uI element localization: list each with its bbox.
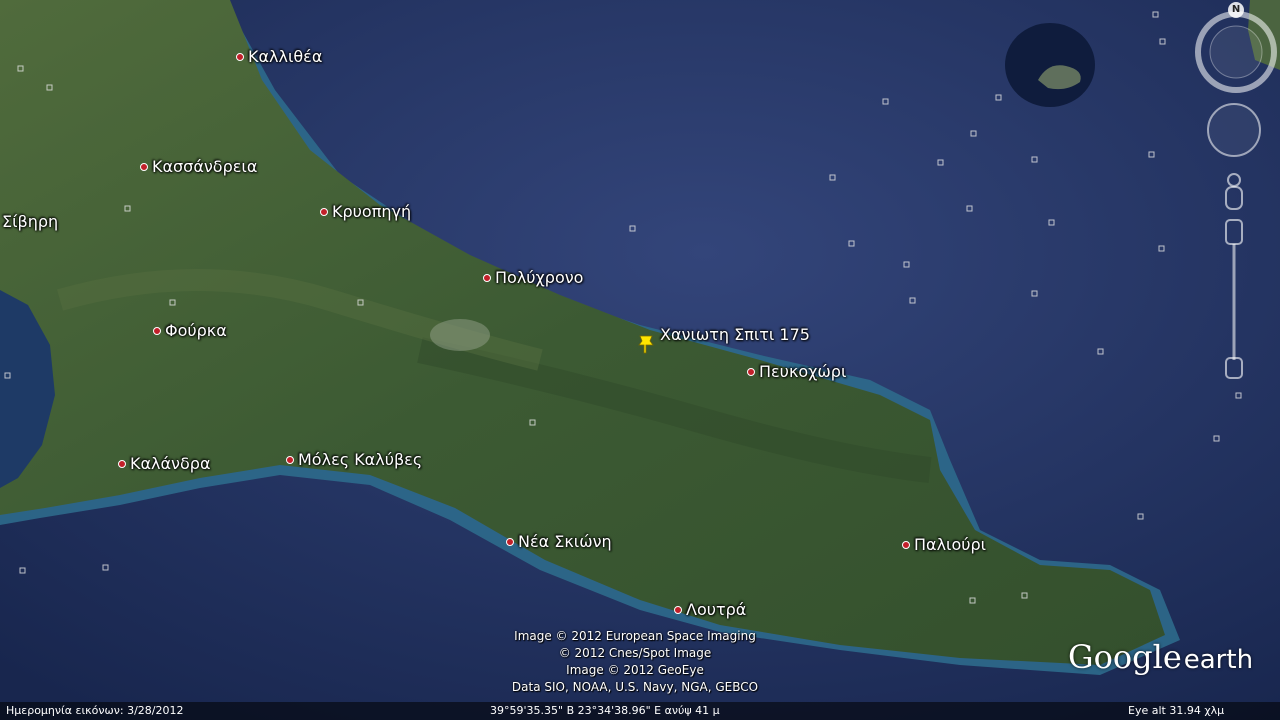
place-label: Κρυοπηγή [332, 202, 412, 221]
place-paliouri[interactable]: Παλιούρι [902, 535, 986, 554]
place-nea-skioni[interactable]: Νέα Σκιώνη [506, 532, 612, 551]
place-label: Παλιούρι [914, 535, 987, 554]
island-shadow [1005, 23, 1095, 107]
navigation-controls[interactable]: N [1190, 0, 1280, 390]
placemark-pin[interactable]: Χανιωτη Σπιτι 175 [637, 325, 810, 358]
cursor-coordinates: 39°59'35.35" Β 23°34'38.96" Ε ανύψ 41 μ [490, 704, 720, 717]
place-label: Λουτρά [686, 600, 747, 619]
clearing [430, 319, 490, 351]
place-kallithea[interactable]: Καλλιθέα [236, 47, 322, 66]
place-loutra[interactable]: Λουτρά [674, 600, 746, 619]
place-polychrono[interactable]: Πολύχρονο [483, 268, 583, 287]
north-indicator[interactable]: N [1228, 2, 1244, 18]
eye-altitude: Eye alt 31.94 χλμ [1128, 704, 1225, 717]
place-label: Φούρκα [165, 321, 227, 340]
google-earth-logo: Googleearth [1068, 638, 1253, 676]
place-sivhri[interactable]: Σίβηρη [2, 212, 58, 231]
place-label: Πευκοχώρι [759, 362, 847, 381]
place-marker-icon [747, 367, 755, 376]
place-marker-icon [236, 52, 244, 61]
place-label: Πολύχρονο [495, 268, 584, 287]
logo-google: Google [1068, 638, 1182, 676]
place-marker-icon [140, 162, 148, 171]
pushpin-icon [638, 335, 654, 354]
placemark-label: Χανιωτη Σπιτι 175 [660, 325, 810, 344]
logo-earth: earth [1183, 645, 1254, 675]
imagery-date: Ημερομηνία εικόνων: 3/28/2012 [6, 704, 184, 717]
place-label: Καλάνδρα [130, 454, 211, 473]
nav-svg [1195, 11, 1277, 379]
place-kryopigi[interactable]: Κρυοπηγή [320, 202, 411, 221]
place-label: Καλλιθέα [248, 47, 323, 66]
place-kalandra[interactable]: Καλάνδρα [118, 454, 210, 473]
place-moles-kalyves[interactable]: Μόλες Καλύβες [286, 450, 422, 469]
place-label: Μόλες Καλύβες [298, 450, 423, 469]
place-pefkochori[interactable]: Πευκοχώρι [747, 362, 846, 381]
place-marker-icon [902, 540, 910, 549]
place-marker-icon [483, 273, 491, 282]
credit-line: Image © 2012 European Space Imaging [514, 629, 756, 643]
place-label: Σίβηρη [2, 212, 59, 231]
place-label: Νέα Σκιώνη [518, 532, 612, 551]
credit-line: © 2012 Cnes/Spot Image [558, 646, 712, 660]
zoom-slider-icon [1225, 219, 1243, 379]
imagery-credits: Image © 2012 European Space Imaging © 20… [470, 628, 800, 696]
place-marker-icon [153, 326, 161, 335]
credit-line: Image © 2012 GeoEye [566, 663, 704, 677]
look-joystick-icon [1207, 103, 1261, 157]
status-bar: Ημερομηνία εικόνων: 3/28/2012 39°59'35.3… [0, 702, 1280, 720]
credit-line: Data SIO, NOAA, U.S. Navy, NGA, GEBCO [511, 680, 759, 694]
place-label: Κασσάνδρεια [152, 157, 258, 176]
satellite-map[interactable] [0, 0, 1280, 720]
map-view[interactable]: Καλλιθέα Κασσάνδρεια Σίβηρη Κρυοπηγή Πολ… [0, 0, 1280, 720]
place-marker-icon [506, 537, 514, 546]
place-marker-icon [118, 459, 126, 468]
place-fourka[interactable]: Φούρκα [153, 321, 227, 340]
place-marker-icon [674, 605, 682, 614]
place-kassandreia[interactable]: Κασσάνδρεια [140, 157, 257, 176]
compass-ring-icon [1195, 11, 1277, 93]
place-marker-icon [320, 207, 328, 216]
pegman-icon [1225, 173, 1243, 210]
place-marker-icon [286, 455, 294, 464]
